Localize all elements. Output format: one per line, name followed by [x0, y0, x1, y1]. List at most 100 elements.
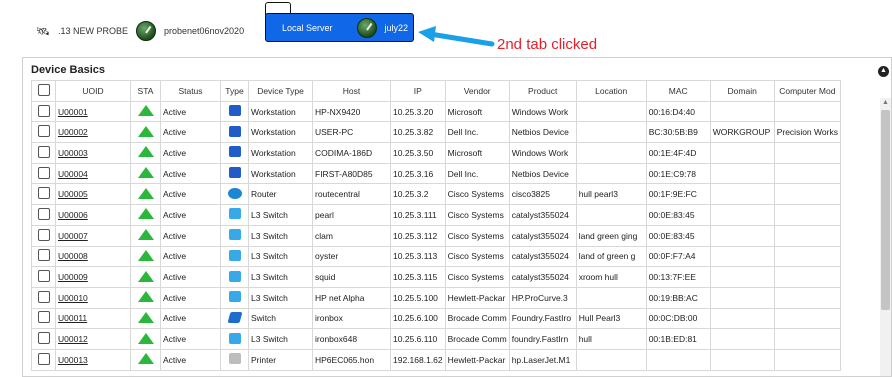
product-cell: catalyst355024: [508, 224, 577, 247]
device-type-cell: Workstation: [248, 162, 313, 185]
column-header[interactable]: Vendor: [444, 80, 510, 102]
scroll-thumb[interactable]: [881, 110, 890, 310]
column-header[interactable]: Device Type: [248, 80, 313, 102]
uoid-link[interactable]: U00007: [58, 231, 88, 241]
sta-cell: [130, 245, 161, 268]
table-row[interactable]: U00005 Active Router routecentral 10.25.3.2 C…: [31, 183, 841, 206]
host-cell: clam: [312, 224, 391, 247]
row-checkbox[interactable]: [37, 311, 50, 324]
product-cell: Foundry.FastIro: [508, 307, 577, 330]
table-row[interactable]: U00012 Active L3 Switch ironbox648 10.25.6.1…: [31, 328, 841, 350]
row-select-cell[interactable]: [31, 286, 56, 309]
column-header[interactable]: Product: [508, 80, 577, 102]
column-header[interactable]: Location: [575, 80, 647, 102]
column-header[interactable]: Domain: [709, 80, 775, 102]
select-all-checkbox[interactable]: [37, 83, 50, 96]
uoid-link[interactable]: U00013: [58, 355, 88, 365]
host-cell: ironbox: [312, 307, 391, 330]
uoid-link[interactable]: U00012: [58, 334, 88, 344]
row-select-cell[interactable]: [31, 142, 56, 164]
column-header[interactable]: UOID: [55, 80, 131, 102]
collapse-icon[interactable]: ▲: [878, 66, 889, 77]
host-cell: squid: [312, 266, 391, 288]
row-checkbox[interactable]: [37, 352, 50, 365]
row-checkbox[interactable]: [37, 249, 50, 262]
model-cell: [773, 348, 841, 371]
table-row[interactable]: U00006 Active L3 Switch pearl 10.25.3.111 Cis…: [31, 204, 841, 226]
row-select-cell[interactable]: [31, 100, 56, 123]
row-select-cell[interactable]: [31, 266, 56, 288]
host-cell: HP6EC065.hon: [312, 348, 391, 371]
status-up-icon: [137, 167, 154, 179]
mac-cell: 00:19:BB:AC: [645, 286, 711, 309]
uoid-link[interactable]: U00005: [58, 189, 88, 199]
uoid-link[interactable]: U00001: [58, 107, 88, 117]
mac-cell: 00:1B:ED:81: [645, 328, 711, 350]
row-checkbox[interactable]: [37, 145, 50, 158]
status-cell: Active: [160, 286, 221, 309]
row-select-cell[interactable]: [31, 183, 56, 206]
vendor-cell: Dell Inc.: [444, 162, 510, 185]
row-select-cell[interactable]: [31, 204, 56, 226]
table-row[interactable]: U00007 Active L3 Switch clam 10.25.3.112 Cisc…: [31, 224, 841, 247]
table-row[interactable]: U00002 Active Workstation USER-PC 10.25.3.82…: [31, 121, 841, 144]
column-header[interactable]: MAC: [645, 80, 711, 102]
table-row[interactable]: U00001 Active Workstation HP-NX9420 10.25.3.…: [31, 100, 841, 123]
uoid-link[interactable]: U00006: [58, 210, 88, 220]
scroll-up-icon[interactable]: ▲: [882, 99, 889, 106]
table-row[interactable]: U00011 Active Switch ironbox 10.25.6.100 Broc…: [31, 307, 841, 330]
row-checkbox[interactable]: [37, 332, 50, 345]
uoid-link[interactable]: U00009: [58, 272, 88, 282]
product-cell: Windows Work: [508, 142, 577, 164]
row-select-cell[interactable]: [31, 328, 56, 350]
column-header[interactable]: IP: [390, 80, 446, 102]
mac-cell: 00:0F:F7:A4: [645, 245, 711, 268]
type-cell: [220, 286, 249, 309]
row-checkbox[interactable]: [37, 290, 50, 303]
domain-cell: WORKGROUP: [709, 121, 775, 144]
row-select-cell[interactable]: [31, 245, 56, 268]
column-header[interactable]: STA: [130, 80, 161, 102]
row-checkbox[interactable]: [37, 166, 50, 179]
table-row[interactable]: U00003 Active Workstation CODIMA-186D 10.25.…: [31, 142, 841, 164]
row-select-cell[interactable]: [31, 121, 56, 144]
uoid-link[interactable]: U00010: [58, 293, 88, 303]
table-row[interactable]: U00004 Active Workstation FIRST-A80D85 10.25…: [31, 162, 841, 185]
table-row[interactable]: U00010 Active L3 Switch HP net Alpha 10.25.5…: [31, 286, 841, 309]
table-row[interactable]: U00009 Active L3 Switch squid 10.25.3.115 Cis…: [31, 266, 841, 288]
column-header[interactable]: Computer Mod: [773, 80, 841, 102]
uoid-link[interactable]: U00011: [58, 313, 87, 323]
uoid-link[interactable]: U00004: [58, 169, 88, 179]
host-cell: HP net Alpha: [312, 286, 391, 309]
select-all-header[interactable]: [31, 80, 56, 102]
uoid-link[interactable]: U00003: [58, 148, 88, 158]
status-cell: Active: [160, 142, 221, 164]
column-header[interactable]: Host: [312, 80, 391, 102]
row-checkbox[interactable]: [37, 125, 50, 138]
device-type-cell: Router: [248, 183, 313, 206]
uoid-link[interactable]: U00008: [58, 251, 88, 261]
column-header[interactable]: Status: [160, 80, 221, 102]
status-up-icon: [137, 353, 154, 365]
row-select-cell[interactable]: [31, 224, 56, 247]
column-header[interactable]: Type: [220, 80, 249, 102]
row-checkbox[interactable]: [37, 104, 50, 117]
vendor-cell: Hewlett-Packar: [444, 348, 510, 371]
table-row[interactable]: U00013 Active Printer HP6EC065.hon 192.168.1…: [31, 348, 841, 371]
row-select-cell[interactable]: [31, 307, 56, 330]
printer-icon: [228, 353, 241, 365]
row-select-cell[interactable]: [31, 348, 56, 371]
uoid-link[interactable]: U00002: [58, 127, 88, 137]
ip-cell: 10.25.3.115: [390, 266, 446, 288]
uoid-cell: U00011: [55, 307, 131, 330]
table-row[interactable]: U00008 Active L3 Switch oyster 10.25.3.113 Ci…: [31, 245, 841, 268]
row-checkbox[interactable]: [37, 228, 50, 241]
row-checkbox[interactable]: [37, 207, 50, 220]
row-checkbox[interactable]: [37, 270, 50, 283]
l3-switch-icon: [228, 249, 241, 261]
workstation-icon: [228, 167, 241, 179]
vertical-scrollbar[interactable]: ▲: [880, 98, 891, 376]
l3-switch-icon: [228, 291, 241, 303]
row-checkbox[interactable]: [37, 187, 50, 200]
row-select-cell[interactable]: [31, 162, 56, 185]
